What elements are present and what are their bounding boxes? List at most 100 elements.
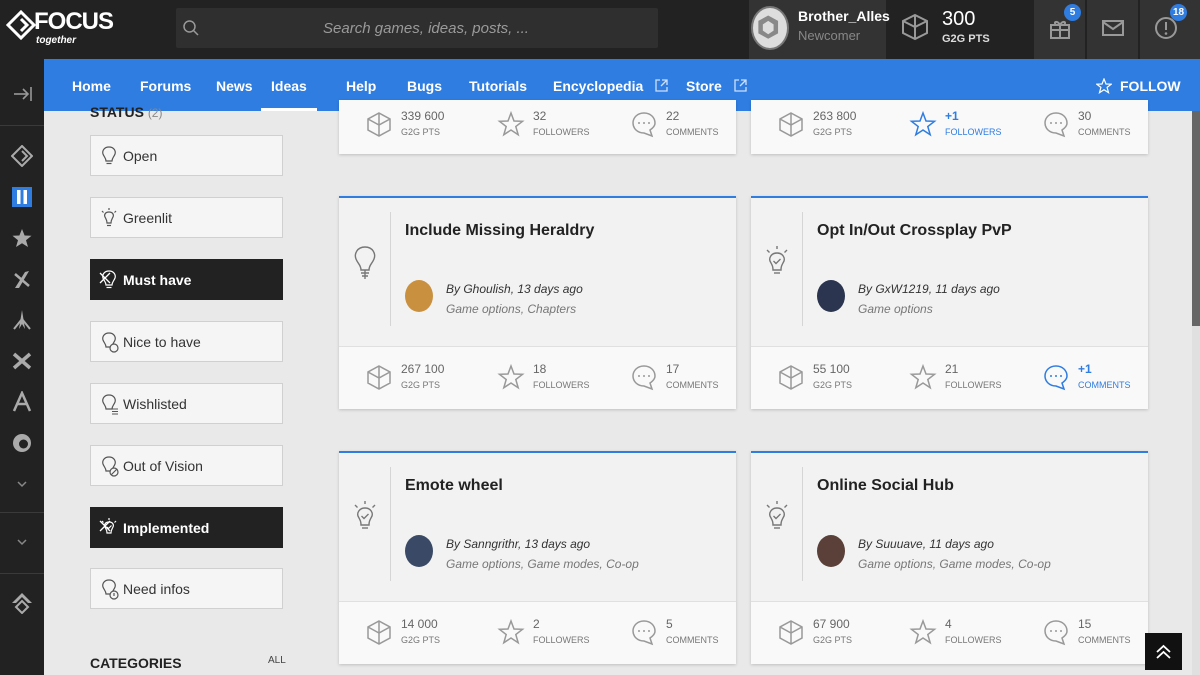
filter-implemented[interactable]: Implemented <box>90 507 283 548</box>
search-box[interactable] <box>176 8 658 48</box>
author-avatar[interactable] <box>817 535 845 567</box>
comment-bubble-icon <box>632 112 656 138</box>
card-divider <box>390 212 391 326</box>
sidebar-more-games-button[interactable] <box>0 463 44 503</box>
followers-label: FOLLOWERS <box>533 380 590 390</box>
g2g-points-icon <box>779 112 803 137</box>
star-outline-icon <box>909 110 937 137</box>
idea-card[interactable]: Emote wheel By Sanngrithr, 13 days ago G… <box>339 451 736 664</box>
idea-title[interactable]: Emote wheel <box>405 477 503 495</box>
scroll-to-top-button[interactable] <box>1145 633 1182 670</box>
filter-need-infos[interactable]: Need infos <box>90 568 283 609</box>
categories-all-link[interactable]: ALL <box>268 655 286 666</box>
followers-label: FOLLOWERS <box>945 127 1002 137</box>
idea-title[interactable]: Online Social Hub <box>817 477 954 495</box>
star-outline-icon <box>909 363 937 390</box>
comments-count: 5 <box>666 617 673 631</box>
gift-button[interactable]: 5 <box>1033 0 1085 59</box>
idea-tags: Game options, Game modes, Co-op <box>858 557 1051 571</box>
sidebar-expand-button[interactable] <box>0 521 44 561</box>
sidebar-focus-home[interactable] <box>0 582 44 622</box>
alerts-button[interactable]: 18 <box>1139 0 1200 59</box>
idea-card[interactable]: Include Missing Heraldry By Ghoulish, 13… <box>339 196 736 409</box>
points-count: 55 100 <box>813 362 850 376</box>
status-filter-title: STATUS (2) <box>90 104 162 120</box>
filter-out-of-vision[interactable]: Out of Vision <box>90 445 283 486</box>
filter-wishlisted[interactable]: Wishlisted <box>90 383 283 424</box>
idea-title[interactable]: Include Missing Heraldry <box>405 222 594 240</box>
filter-label: Must have <box>123 272 192 288</box>
bulb-check-icon <box>766 501 788 529</box>
sidebar-divider <box>0 512 44 513</box>
remove-filter-icon[interactable] <box>99 272 111 284</box>
search-icon <box>183 20 199 36</box>
star-outline-icon <box>497 110 525 137</box>
collapse-sidebar-button[interactable] <box>0 73 44 113</box>
sidebar-divider <box>0 573 44 574</box>
sidebar-game-3[interactable] <box>0 217 44 257</box>
followers-label: FOLLOWERS <box>533 635 590 645</box>
focus-game-icon <box>11 145 33 167</box>
points-label: G2G PTS <box>813 127 853 137</box>
letter-a-game-icon <box>12 391 32 412</box>
filter-nice-to-have[interactable]: Nice to have <box>90 321 283 362</box>
nav-ideas[interactable]: Ideas <box>261 59 317 111</box>
g2g-points-icon <box>902 13 928 41</box>
g2g-points-icon <box>367 112 391 137</box>
comments-count: 22 <box>666 109 680 123</box>
sidebar-game-5[interactable] <box>0 299 44 339</box>
left-sidebar <box>0 59 44 675</box>
idea-author[interactable]: By GxW1219, 11 days ago <box>858 282 1000 296</box>
filter-open[interactable]: Open <box>90 135 283 176</box>
sidebar-game-6[interactable] <box>0 340 44 380</box>
site-logo[interactable]: FOCUS together <box>6 6 114 50</box>
sidebar-game-1[interactable] <box>0 135 44 175</box>
points-count: 263 800 <box>813 109 857 123</box>
logo-text: FOCUS <box>34 8 114 35</box>
nav-store-label: Store <box>686 78 722 94</box>
scrollbar-thumb[interactable] <box>1192 111 1200 326</box>
followers-label: FOLLOWERS <box>945 380 1002 390</box>
idea-card-partial[interactable]: 263 800 G2G PTS +1 FOLLOWERS 30 COMMENTS <box>751 100 1148 154</box>
user-profile[interactable]: Brother_Alles Newcomer <box>749 0 890 59</box>
card-stats: 339 600 G2G PTS 32 FOLLOWERS 22 COMMENTS <box>339 100 736 154</box>
followers-count: 18 <box>533 362 547 376</box>
sidebar-game-8[interactable] <box>0 422 44 462</box>
user-points[interactable]: 300 G2G PTS <box>896 0 1032 59</box>
nav-news[interactable]: News <box>216 59 253 111</box>
search-input[interactable] <box>216 8 636 48</box>
points-label: G2G PTS <box>401 127 441 137</box>
sidebar-game-7[interactable] <box>0 381 44 421</box>
g2g-points-icon <box>779 365 803 390</box>
alerts-badge: 18 <box>1170 4 1187 21</box>
collapse-arrow-icon <box>14 87 32 101</box>
comments-label: COMMENTS <box>1078 380 1131 390</box>
followers-count: 32 <box>533 109 547 123</box>
filter-must-have[interactable]: Must have <box>90 259 283 300</box>
avatar-emblem-icon <box>758 15 779 39</box>
author-avatar[interactable] <box>817 280 845 312</box>
points-label: G2G PTS <box>401 635 441 645</box>
comments-count: 15 <box>1078 617 1092 631</box>
remove-filter-icon[interactable] <box>99 520 111 532</box>
chevron-down-icon <box>17 539 27 546</box>
author-avatar[interactable] <box>405 535 433 567</box>
bulb-blocked-icon <box>102 456 119 477</box>
bulb-must-have-icon <box>354 246 376 279</box>
sidebar-game-4[interactable] <box>0 258 44 298</box>
idea-title[interactable]: Opt In/Out Crossplay PvP <box>817 222 1012 240</box>
idea-author[interactable]: By Ghoulish, 13 days ago <box>446 282 583 296</box>
idea-author[interactable]: By Suuuave, 11 days ago <box>858 537 994 551</box>
followers-count: 4 <box>945 617 952 631</box>
idea-card[interactable]: Online Social Hub By Suuuave, 11 days ag… <box>751 451 1148 664</box>
author-avatar[interactable] <box>405 280 433 312</box>
idea-card[interactable]: Opt In/Out Crossplay PvP By GxW1219, 11 … <box>751 196 1148 409</box>
messages-button[interactable] <box>1086 0 1138 59</box>
sidebar-game-current[interactable] <box>0 176 44 216</box>
idea-author[interactable]: By Sanngrithr, 13 days ago <box>446 537 590 551</box>
follow-label: FOLLOW <box>1120 78 1181 94</box>
filter-greenlit[interactable]: Greenlit <box>90 197 283 238</box>
page-scrollbar[interactable] <box>1192 111 1200 675</box>
user-avatar[interactable] <box>751 6 789 50</box>
idea-card-partial[interactable]: 339 600 G2G PTS 32 FOLLOWERS 22 COMMENTS <box>339 100 736 154</box>
